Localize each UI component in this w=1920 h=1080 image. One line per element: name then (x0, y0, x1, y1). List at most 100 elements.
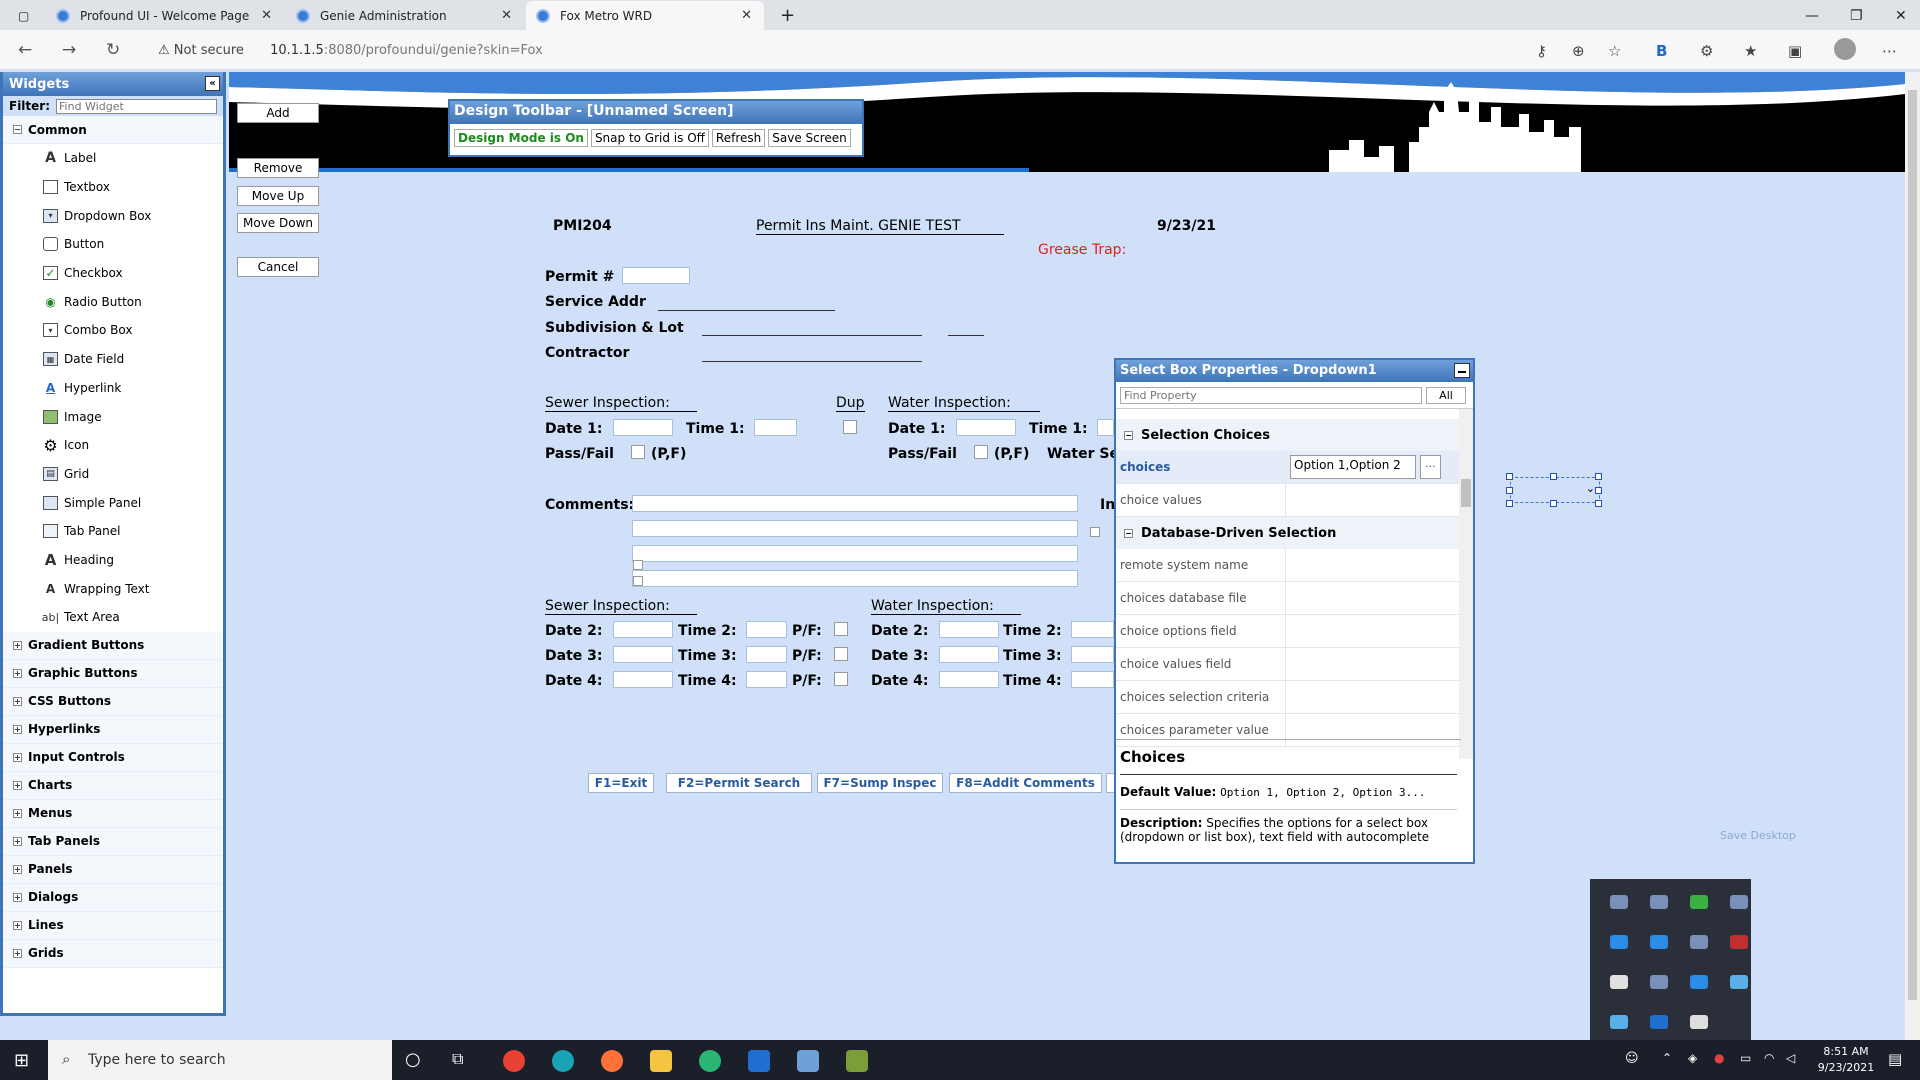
water-date1-label[interactable]: Date 1: (888, 421, 945, 437)
find-property-input[interactable] (1120, 386, 1422, 404)
dup-label[interactable]: Dup (836, 395, 865, 412)
move-down-button[interactable]: Move Down (237, 213, 319, 233)
comments-label[interactable]: Comments: (545, 497, 634, 513)
shield-icon[interactable] (1610, 975, 1628, 989)
category-common[interactable]: − Common (3, 116, 223, 144)
favorite-add-icon[interactable]: ☆ (1608, 42, 1621, 60)
choices-input[interactable]: Option 1,Option 2 (1290, 455, 1416, 479)
expand-icon[interactable]: + (13, 696, 22, 706)
contractor-field[interactable] (702, 361, 922, 362)
edge-icon[interactable] (699, 1050, 721, 1072)
sewer-date4-label[interactable]: Date 4: (545, 673, 602, 689)
sewer-date2-input[interactable] (613, 621, 673, 638)
resize-handle[interactable] (1595, 473, 1602, 480)
move-up-button[interactable]: Move Up (237, 186, 319, 206)
sewer-time3-input[interactable] (746, 646, 787, 663)
sewer-time2-label[interactable]: Time 2: (678, 623, 737, 639)
tray-app-icon[interactable] (1730, 935, 1748, 949)
sewer-pf3-input[interactable] (834, 647, 848, 661)
subdivision-field[interactable] (702, 335, 922, 336)
ellipsis-button[interactable]: ... (1420, 455, 1441, 479)
sewer-time3-label[interactable]: Time 3: (678, 648, 737, 664)
widget-button[interactable]: Button (3, 230, 223, 259)
back-icon[interactable]: ← (18, 40, 32, 60)
minimize-icon[interactable] (1454, 363, 1470, 378)
expand-icon[interactable]: + (13, 892, 22, 902)
task-view-icon[interactable]: ⧉ (452, 1049, 463, 1069)
collapse-icon[interactable]: − (13, 125, 22, 134)
category-lines[interactable]: + Lines (3, 911, 223, 940)
f8-addit-comments-button[interactable]: F8=Addit Comments (949, 773, 1102, 793)
comments-input-3[interactable] (632, 545, 1078, 562)
resize-handle[interactable] (1506, 500, 1513, 507)
widget-filter-input[interactable] (56, 98, 217, 114)
key-icon[interactable]: ⚷ (1536, 42, 1547, 60)
sewer-pf2-label[interactable]: P/F: (792, 623, 822, 639)
water-inspection-heading-2[interactable]: Water Inspection: (871, 598, 1021, 615)
sewer-pf3-label[interactable]: P/F: (792, 648, 822, 664)
sewer-passfail-label[interactable]: Pass/Fail (545, 446, 614, 462)
windows-start-icon[interactable]: ⊞ (14, 1050, 29, 1071)
category-css-buttons[interactable]: + CSS Buttons (3, 687, 223, 716)
zoom-icon[interactable]: ⊕ (1572, 42, 1585, 60)
water-pf-hint[interactable]: (P,F) (994, 446, 1029, 462)
sewer-time4-input[interactable] (746, 671, 787, 688)
sewer-time4-label[interactable]: Time 4: (678, 673, 737, 689)
collections-icon[interactable]: ▣ (1788, 42, 1802, 60)
water-date3-label[interactable]: Date 3: (871, 648, 928, 664)
new-tab-button[interactable]: + (770, 1, 805, 30)
widget-image[interactable]: Image (3, 402, 223, 431)
tray-app-icon[interactable] (1610, 935, 1628, 949)
collapse-icon[interactable] (633, 560, 643, 570)
water-passfail-input[interactable] (974, 445, 988, 459)
snap-grid-toggle[interactable]: Snap to Grid is Off (590, 129, 709, 147)
widget-wrapping-text[interactable]: A Wrapping Text (3, 574, 223, 603)
expand-icon[interactable]: + (13, 948, 22, 958)
sewer-time1-label[interactable]: Time 1: (686, 421, 745, 437)
resize-handle[interactable] (1595, 487, 1602, 494)
expand-icon[interactable]: + (13, 864, 22, 874)
sewer-time1-input[interactable] (754, 419, 797, 436)
category-dialogs[interactable]: + Dialogs (3, 883, 223, 912)
sewer-date3-input[interactable] (613, 646, 673, 663)
tray-app-icon[interactable] (1730, 895, 1748, 909)
section-database-driven[interactable]: − Database-Driven Selection (1116, 517, 1473, 549)
property-row[interactable]: choice options field (1116, 615, 1473, 648)
app-icon[interactable] (552, 1050, 574, 1072)
widget-grid[interactable]: ▤ Grid (3, 460, 223, 489)
subdivision-label[interactable]: Subdivision & Lot (545, 320, 684, 336)
forward-icon[interactable]: → (62, 40, 76, 60)
water-date3-input[interactable] (939, 646, 999, 663)
water-passfail-label[interactable]: Pass/Fail (888, 446, 957, 462)
screen-title[interactable]: Permit Ins Maint. GENIE TEST (756, 218, 1004, 235)
water-time3-label[interactable]: Time 3: (1003, 648, 1062, 664)
expand-icon[interactable]: + (13, 920, 22, 930)
tray-app-icon[interactable] (1650, 935, 1668, 949)
show-hidden-icons[interactable]: ⌃ (1662, 1051, 1672, 1065)
add-button[interactable]: Add (237, 103, 319, 123)
close-tab-icon[interactable]: ✕ (741, 8, 752, 23)
clock[interactable]: 8:51 AM 9/23/2021 (1808, 1044, 1884, 1076)
sewer-pf4-label[interactable]: P/F: (792, 673, 822, 689)
expand-icon[interactable]: + (13, 780, 22, 790)
f7-sump-inspec-button[interactable]: F7=Sump Inspec (817, 773, 943, 793)
property-row-choice-values[interactable]: choice values (1116, 484, 1473, 517)
tab-actions-icon[interactable]: ▢ (8, 1, 44, 30)
tray-app-icon[interactable] (1610, 1015, 1628, 1029)
expand-icon[interactable]: + (13, 836, 22, 846)
resize-handle[interactable] (1550, 500, 1557, 507)
f1-exit-button[interactable]: F1=Exit (588, 773, 654, 793)
tray-app-icon[interactable] (1730, 975, 1748, 989)
water-time2-input[interactable] (1071, 621, 1114, 638)
scrollbar-thumb[interactable] (1461, 479, 1471, 507)
water-time4-input[interactable] (1071, 671, 1114, 688)
category-tab-panels[interactable]: + Tab Panels (3, 827, 223, 856)
tab-profound-welcome[interactable]: Profound UI - Welcome Page ✕ (46, 1, 284, 30)
tab-genie-admin[interactable]: Genie Administration ✕ (286, 1, 524, 30)
outlook-tray-icon[interactable] (1650, 1015, 1668, 1029)
sewer-pf2-input[interactable] (834, 622, 848, 636)
favorites-icon[interactable]: ★ (1744, 42, 1757, 60)
tab-fox-metro[interactable]: Fox Metro WRD ✕ (526, 1, 764, 30)
sewer-date4-input[interactable] (613, 671, 673, 688)
dup-checkbox[interactable] (843, 420, 857, 434)
